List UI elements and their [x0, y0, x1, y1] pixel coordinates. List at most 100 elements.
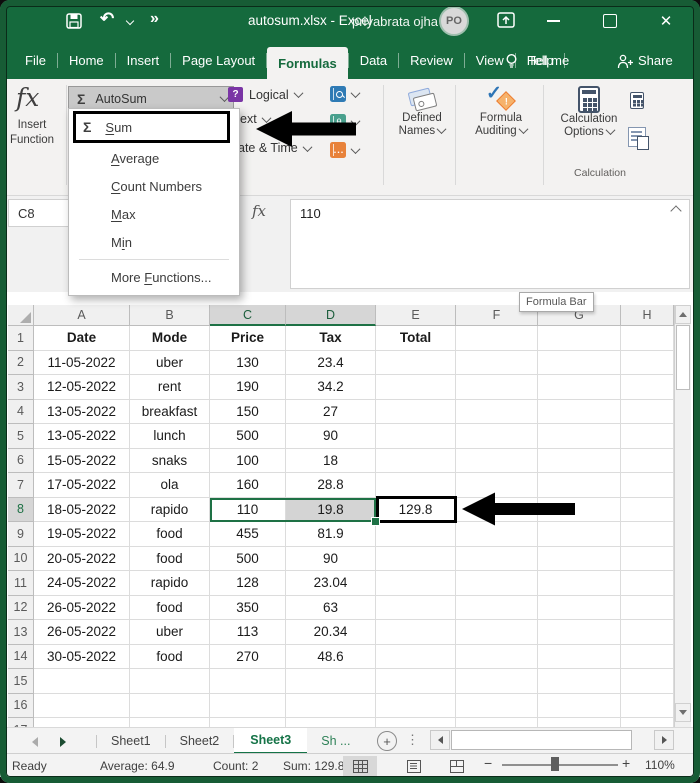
- cell-C17[interactable]: [210, 718, 286, 727]
- page-break-view-button[interactable]: [440, 756, 474, 776]
- row-header-5[interactable]: 5: [8, 424, 34, 449]
- cell-B6[interactable]: snaks: [130, 448, 210, 473]
- cell-B17[interactable]: [130, 718, 210, 727]
- cell-H11[interactable]: [621, 571, 674, 596]
- cell-D2[interactable]: 23.4: [286, 350, 376, 375]
- undo-chevron-icon[interactable]: [125, 16, 135, 26]
- row-header-11[interactable]: 11: [8, 571, 34, 596]
- menu-item-count-numbers[interactable]: Count Numbers: [69, 172, 239, 200]
- lookup-reference-button[interactable]: [330, 86, 361, 102]
- tab-page-layout[interactable]: Page Layout: [171, 42, 266, 79]
- tellme-label[interactable]: Tell me: [528, 53, 569, 68]
- cell-F13[interactable]: [456, 620, 538, 645]
- zoom-out-button[interactable]: −: [484, 755, 492, 771]
- normal-view-button[interactable]: [343, 756, 377, 776]
- row-header-2[interactable]: 2: [8, 350, 34, 375]
- cell-F4[interactable]: [456, 399, 538, 424]
- tellme-group[interactable]: [505, 53, 518, 75]
- cell-H14[interactable]: [621, 644, 674, 669]
- cell-E11[interactable]: [376, 571, 456, 596]
- sheet-tab-sh[interactable]: Sh ...: [307, 728, 364, 754]
- minimize-button[interactable]: [540, 10, 566, 32]
- cell-F3[interactable]: [456, 375, 538, 400]
- cell-D14[interactable]: 48.6: [286, 644, 376, 669]
- cell-H13[interactable]: [621, 620, 674, 645]
- cell-D9[interactable]: 81.9: [286, 522, 376, 547]
- cell-F2[interactable]: [456, 350, 538, 375]
- cell-H15[interactable]: [621, 669, 674, 694]
- row-header-14[interactable]: 14: [8, 644, 34, 669]
- cell-A15[interactable]: [34, 669, 130, 694]
- hscroll-right-button[interactable]: [654, 730, 674, 750]
- row-header-1[interactable]: 1: [8, 326, 34, 351]
- cell-B2[interactable]: uber: [130, 350, 210, 375]
- cell-D10[interactable]: 90: [286, 546, 376, 571]
- cell-E17[interactable]: [376, 718, 456, 727]
- cell-H4[interactable]: [621, 399, 674, 424]
- cell-D12[interactable]: 63: [286, 595, 376, 620]
- cell-H9[interactable]: [621, 522, 674, 547]
- cell-D6[interactable]: 18: [286, 448, 376, 473]
- cell-G2[interactable]: [538, 350, 621, 375]
- cell-E12[interactable]: [376, 595, 456, 620]
- cell-D15[interactable]: [286, 669, 376, 694]
- select-all-corner[interactable]: [8, 305, 34, 326]
- row-header-9[interactable]: 9: [8, 522, 34, 547]
- tab-insert[interactable]: Insert: [116, 42, 171, 79]
- row-header-8[interactable]: 8: [8, 497, 34, 522]
- cell-D5[interactable]: 90: [286, 424, 376, 449]
- cell-H17[interactable]: [621, 718, 674, 727]
- column-header-D[interactable]: D: [286, 305, 376, 326]
- cell-E13[interactable]: [376, 620, 456, 645]
- cell-C1[interactable]: Price: [210, 326, 286, 351]
- row-header-12[interactable]: 12: [8, 595, 34, 620]
- cell-C10[interactable]: 500: [210, 546, 286, 571]
- cell-A5[interactable]: 13-05-2022: [34, 424, 130, 449]
- cell-E3[interactable]: [376, 375, 456, 400]
- row-header-13[interactable]: 13: [8, 620, 34, 645]
- cell-E5[interactable]: [376, 424, 456, 449]
- tab-data[interactable]: Data: [349, 42, 398, 79]
- cell-C16[interactable]: [210, 693, 286, 718]
- cell-H7[interactable]: [621, 473, 674, 498]
- menu-item-min[interactable]: Min: [69, 228, 239, 256]
- cell-E9[interactable]: [376, 522, 456, 547]
- cell-E6[interactable]: [376, 448, 456, 473]
- row-header-16[interactable]: 16: [8, 693, 34, 718]
- cell-A6[interactable]: 15-05-2022: [34, 448, 130, 473]
- cell-E1[interactable]: Total: [376, 326, 456, 351]
- cell-A8[interactable]: 18-05-2022: [34, 497, 130, 522]
- row-header-3[interactable]: 3: [8, 375, 34, 400]
- cell-G14[interactable]: [538, 644, 621, 669]
- cell-B1[interactable]: Mode: [130, 326, 210, 351]
- cell-D17[interactable]: [286, 718, 376, 727]
- column-header-E[interactable]: E: [376, 305, 456, 326]
- user-name[interactable]: priyabrata ojha: [352, 14, 438, 29]
- tab-formulas[interactable]: Formulas: [267, 47, 348, 79]
- share-label[interactable]: Share: [638, 53, 673, 68]
- sheet-overflow-icon[interactable]: ⋮: [406, 732, 419, 748]
- cell-A7[interactable]: 17-05-2022: [34, 473, 130, 498]
- cell-B15[interactable]: [130, 669, 210, 694]
- zoom-in-button[interactable]: +: [622, 755, 630, 771]
- cell-B9[interactable]: food: [130, 522, 210, 547]
- formula-bar-input[interactable]: 110: [290, 199, 690, 289]
- scroll-down-button[interactable]: [675, 703, 691, 722]
- cell-B3[interactable]: rent: [130, 375, 210, 400]
- cell-G16[interactable]: [538, 693, 621, 718]
- cell-E2[interactable]: [376, 350, 456, 375]
- cell-G1[interactable]: [538, 326, 621, 351]
- cell-C2[interactable]: 130: [210, 350, 286, 375]
- cell-D4[interactable]: 27: [286, 399, 376, 424]
- cell-C12[interactable]: 350: [210, 595, 286, 620]
- row-header-10[interactable]: 10: [8, 546, 34, 571]
- row-header-17[interactable]: 17: [8, 718, 34, 727]
- cell-D8[interactable]: 19.8: [286, 497, 376, 522]
- cell-E14[interactable]: [376, 644, 456, 669]
- cell-H6[interactable]: [621, 448, 674, 473]
- cell-H1[interactable]: [621, 326, 674, 351]
- column-header-A[interactable]: A: [34, 305, 130, 326]
- sheet-tab-sheet2[interactable]: Sheet2: [166, 728, 234, 754]
- avatar[interactable]: PO: [439, 6, 469, 36]
- vertical-scrollbar[interactable]: [674, 305, 691, 727]
